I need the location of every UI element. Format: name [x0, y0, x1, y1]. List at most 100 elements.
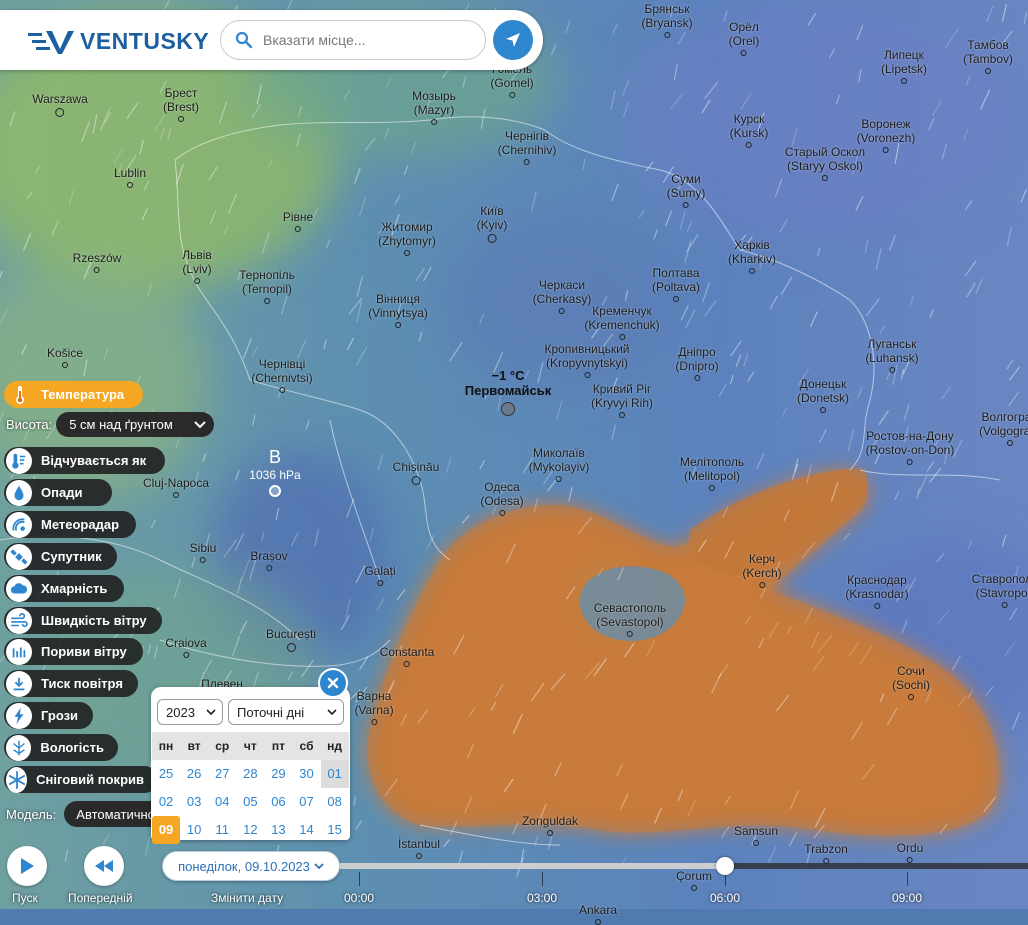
calendar-day[interactable]: 01: [320, 760, 349, 788]
city-label[interactable]: Волгоград(Volgograd): [979, 410, 1028, 446]
city-label[interactable]: İstanbul: [398, 837, 440, 859]
city-label[interactable]: Старый Оскол (Staryy Oskol): [785, 145, 865, 181]
change-date-button[interactable]: понеділок, 09.10.2023: [162, 851, 340, 881]
city-label[interactable]: Львів (Lviv): [182, 248, 212, 284]
timeline-thumb[interactable]: [716, 857, 734, 875]
city-label[interactable]: Краснодар (Krasnodar): [845, 573, 909, 609]
city-label[interactable]: Ставрополь(Stavropol): [972, 572, 1028, 608]
city-label[interactable]: Варна (Varna): [354, 689, 394, 725]
height-select[interactable]: 5 см над ґрунтом: [56, 412, 215, 437]
city-label[interactable]: Sibiu: [190, 541, 216, 563]
calendar-day[interactable]: 14: [292, 816, 320, 844]
probe-pin-icon[interactable]: [501, 402, 515, 416]
city-label[interactable]: Сочи (Sochi): [892, 664, 930, 700]
city-label[interactable]: Черкаси (Cherkasy): [533, 278, 591, 314]
city-label[interactable]: Брянськ (Bryansk): [641, 2, 693, 38]
play-button[interactable]: [7, 846, 47, 886]
calendar-day[interactable]: 27: [208, 760, 236, 788]
city-label[interactable]: Кременчук (Kremenchuk): [584, 304, 660, 340]
calendar-day[interactable]: 09: [152, 816, 181, 844]
city-label[interactable]: Cluj-Napoca: [143, 476, 209, 498]
city-label[interactable]: Lublin: [114, 166, 146, 188]
city-label[interactable]: Constanta: [380, 645, 434, 667]
calendar-close-button[interactable]: [318, 668, 348, 698]
city-label[interactable]: Київ (Kyiv): [477, 204, 507, 243]
calendar-day[interactable]: 30: [292, 760, 320, 788]
city-label[interactable]: Дніпро (Dnipro): [675, 345, 719, 381]
city-label[interactable]: București: [266, 627, 316, 652]
city-label[interactable]: Ankara: [579, 903, 617, 925]
locate-button[interactable]: [493, 20, 533, 60]
city-label[interactable]: Орёл (Orel): [729, 20, 759, 56]
calendar-day[interactable]: 05: [236, 788, 264, 816]
city-label[interactable]: Курск (Kursk): [730, 112, 768, 148]
layer-button[interactable]: Вологість: [4, 734, 118, 761]
city-label[interactable]: Харків (Kharkiv): [728, 238, 776, 274]
city-label[interactable]: Вінниця (Vinnytsya): [368, 292, 428, 328]
layer-button[interactable]: Пориви вітру: [4, 638, 143, 665]
city-label[interactable]: Чернігів (Chernihiv): [498, 129, 556, 165]
city-label[interactable]: Воронеж (Voronezh): [857, 117, 915, 153]
layer-button[interactable]: Грози: [4, 702, 93, 729]
range-select[interactable]: Поточні дні: [228, 699, 344, 725]
calendar-day[interactable]: 15: [321, 816, 349, 844]
timeline-track[interactable]: [340, 863, 1028, 869]
calendar-day[interactable]: 03: [180, 788, 208, 816]
layer-button[interactable]: Метеорадар: [4, 511, 136, 538]
layer-button[interactable]: Швидкість вітру: [4, 607, 162, 634]
city-label[interactable]: Луганськ (Luhansk): [865, 337, 919, 373]
calendar-day[interactable]: 11: [208, 816, 236, 844]
city-label[interactable]: Одеса (Odesa): [480, 480, 524, 516]
calendar-day[interactable]: 26: [180, 760, 208, 788]
city-label[interactable]: Житомир (Zhytomyr): [378, 220, 436, 256]
previous-button[interactable]: [84, 846, 124, 886]
calendar-day[interactable]: 07: [292, 788, 320, 816]
calendar-day[interactable]: 25: [152, 760, 180, 788]
city-label[interactable]: Zonguldak: [522, 814, 578, 836]
city-label[interactable]: Ordu: [897, 841, 923, 863]
city-label[interactable]: Кропивницький (Kropyvnytskyi): [544, 342, 630, 378]
city-label[interactable]: Тернопіль (Ternopil): [239, 268, 295, 304]
city-label[interactable]: Rzeszów: [73, 251, 121, 273]
year-select[interactable]: 2023: [157, 699, 223, 725]
calendar-day[interactable]: 29: [264, 760, 292, 788]
city-label[interactable]: Чернівці (Chernivtsi): [251, 357, 313, 393]
city-label[interactable]: Çorum: [676, 869, 712, 891]
search-box[interactable]: [220, 20, 486, 60]
city-label[interactable]: Samsun: [734, 824, 778, 846]
city-label[interactable]: Кривий Ріг (Kryvyi Rih): [591, 382, 653, 418]
city-label[interactable]: Warszawa: [32, 92, 88, 117]
city-label[interactable]: Brașov: [250, 549, 288, 571]
layer-temperature-active[interactable]: Температура: [4, 381, 143, 408]
calendar-day[interactable]: 08: [321, 788, 349, 816]
layer-button[interactable]: Супутник: [4, 543, 117, 570]
city-label[interactable]: Суми (Sumy): [667, 172, 705, 208]
city-label[interactable]: Galați: [364, 564, 396, 586]
layer-button[interactable]: Відчувається як: [4, 447, 165, 474]
city-label[interactable]: Полтава (Poltava): [652, 266, 700, 302]
calendar-day[interactable]: 06: [264, 788, 292, 816]
calendar-day[interactable]: 13: [264, 816, 292, 844]
city-label[interactable]: Тамбов (Tambov): [963, 38, 1013, 74]
city-label[interactable]: Мозырь (Mazyr): [412, 89, 456, 125]
city-label[interactable]: Севастополь (Sevastopol): [594, 601, 666, 637]
city-label[interactable]: Craiova: [165, 636, 207, 658]
layer-button[interactable]: Хмарність: [4, 575, 124, 602]
city-label[interactable]: Липецк (Lipetsk): [881, 48, 927, 84]
layer-button[interactable]: Тиск повітря: [4, 670, 138, 697]
city-label[interactable]: Košice: [47, 346, 83, 368]
city-label[interactable]: Брест (Brest): [163, 86, 199, 122]
city-label[interactable]: Донецьк (Donetsk): [797, 377, 849, 413]
city-label[interactable]: Рівне: [283, 210, 313, 232]
calendar-day[interactable]: 04: [208, 788, 236, 816]
city-label[interactable]: Chișinău: [393, 460, 439, 485]
layer-button[interactable]: Опади: [4, 479, 112, 506]
city-label[interactable]: Миколаїв (Mykolayiv): [529, 446, 589, 482]
layer-button[interactable]: Сніговий покрив: [4, 766, 158, 793]
city-label[interactable]: Мелітополь (Melitopol): [680, 455, 744, 491]
calendar-day[interactable]: 28: [236, 760, 264, 788]
city-label[interactable]: Ростов-на-Дону (Rostov-on-Don): [866, 429, 954, 465]
search-input[interactable]: [261, 31, 471, 49]
model-select[interactable]: Автоматично: [64, 801, 155, 827]
probe-marker[interactable]: −1 °C Первомайськ: [463, 368, 553, 416]
